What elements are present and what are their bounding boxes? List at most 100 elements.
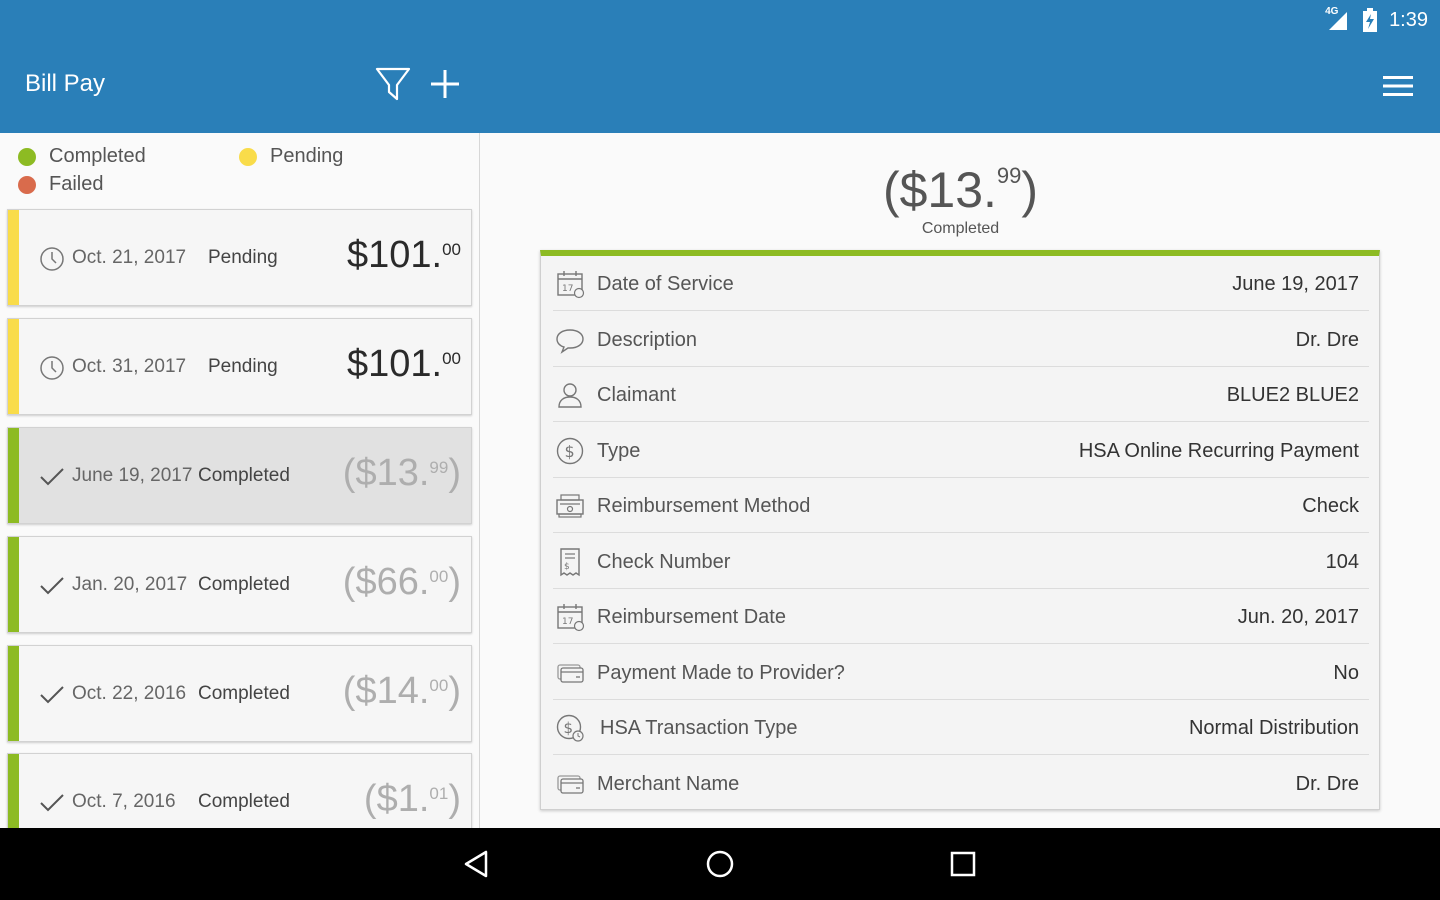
back-button[interactable] bbox=[457, 844, 497, 884]
row-value: June 19, 2017 bbox=[1232, 273, 1359, 295]
amount-suffix: ) bbox=[448, 561, 461, 603]
amount-cents: 00 bbox=[442, 349, 461, 368]
transaction-card[interactable]: Oct. 21, 2017 Pending $101. 00 bbox=[7, 209, 472, 306]
menu-button[interactable] bbox=[1378, 66, 1418, 106]
transaction-date: Oct. 21, 2017 bbox=[72, 247, 187, 268]
row-label: Payment Made to Provider? bbox=[597, 661, 845, 684]
detail-row-check-number: $ Check Number 104 bbox=[553, 534, 1369, 589]
row-value: 104 bbox=[1325, 550, 1359, 573]
legend-completed-label: Completed bbox=[49, 145, 146, 167]
detail-amount-main: ($13. bbox=[882, 162, 997, 218]
transaction-card[interactable]: Oct. 31, 2017 Pending $101. 00 bbox=[7, 318, 472, 415]
row-label: HSA Transaction Type bbox=[600, 717, 798, 739]
detail-row-merchant-name: Merchant Name Dr. Dre bbox=[553, 756, 1369, 811]
calendar-icon: 17 bbox=[557, 271, 585, 299]
transaction-amount: ($ 66. 00) bbox=[343, 561, 461, 604]
pending-dot-icon bbox=[239, 147, 257, 166]
row-label: Reimbursement Date bbox=[597, 606, 786, 628]
amount-prefix: $ bbox=[346, 343, 369, 385]
page-title: Bill Pay bbox=[25, 70, 106, 97]
amount-whole: 101. bbox=[368, 234, 443, 276]
transaction-status: Completed bbox=[198, 683, 290, 704]
transaction-status: Completed bbox=[198, 574, 290, 595]
transaction-card[interactable]: Oct. 7, 2016 Completed ($ 1. 01) bbox=[7, 753, 472, 828]
filter-icon bbox=[375, 67, 411, 101]
row-value: Check bbox=[1302, 495, 1359, 517]
recents-button[interactable] bbox=[943, 844, 983, 884]
row-value: Jun. 20, 2017 bbox=[1237, 606, 1359, 628]
legend-failed: Failed bbox=[18, 173, 103, 196]
amount-cents: 00 bbox=[442, 240, 461, 259]
amount-whole: 66. bbox=[376, 561, 430, 603]
transaction-date: Oct. 31, 2017 bbox=[72, 356, 187, 377]
amount-whole: 13. bbox=[376, 452, 430, 494]
transaction-amount: $101. 00 bbox=[347, 234, 461, 277]
transaction-amount: ($ 1. 01) bbox=[364, 778, 461, 821]
row-value: Normal Distribution bbox=[1188, 717, 1359, 739]
amount-cents: 01 bbox=[429, 784, 449, 803]
status-accent-bar bbox=[8, 537, 19, 632]
legend-completed: Completed bbox=[18, 145, 146, 168]
amount-prefix: ($ bbox=[342, 561, 377, 603]
row-label: Merchant Name bbox=[597, 772, 740, 795]
recents-square-icon bbox=[950, 851, 976, 877]
signal-icon: 4G bbox=[1325, 6, 1351, 32]
detail-status: Completed bbox=[921, 220, 1000, 237]
amount-cents: 00 bbox=[429, 567, 449, 586]
transaction-list-pane: Completed Pending Failed Oct. 21, 2017 P… bbox=[0, 133, 480, 828]
status-indicators: 4G 1:39 bbox=[1325, 6, 1428, 34]
detail-row-claimant: Claimant BLUE2 BLUE2 bbox=[553, 367, 1369, 422]
add-button[interactable] bbox=[423, 62, 467, 106]
row-value: Dr. Dre bbox=[1295, 772, 1359, 795]
system-nav-bar bbox=[0, 828, 1440, 900]
transaction-date: June 19, 2017 bbox=[72, 465, 193, 486]
row-label: Claimant bbox=[597, 384, 676, 406]
amount-prefix: ($ bbox=[363, 778, 398, 820]
card-icon bbox=[557, 774, 584, 794]
checkmark-icon bbox=[40, 468, 64, 486]
detail-row-date-of-service: 17 Date of Service June 19, 2017 bbox=[553, 256, 1369, 311]
status-accent-bar bbox=[8, 319, 19, 414]
back-triangle-icon bbox=[464, 850, 488, 878]
transaction-amount: $101. 00 bbox=[347, 343, 461, 386]
status-bar: 4G 1:39 bbox=[0, 0, 1440, 40]
hamburger-icon bbox=[1383, 76, 1413, 96]
amount-suffix: ) bbox=[448, 778, 461, 820]
row-value: BLUE2 BLUE2 bbox=[1226, 384, 1359, 406]
row-label: Description bbox=[597, 328, 698, 351]
receipt-icon: $ bbox=[560, 547, 580, 576]
home-button[interactable] bbox=[700, 844, 740, 884]
detail-row-reimbursement-date: 17 Reimbursement Date Jun. 20, 2017 bbox=[553, 589, 1369, 644]
detail-card: 17 Date of Service June 19, 2017 Descrip… bbox=[540, 250, 1380, 810]
plus-icon bbox=[431, 70, 459, 98]
amount-whole: 14. bbox=[376, 670, 430, 712]
amount-whole: 101. bbox=[368, 343, 443, 385]
checkmark-icon bbox=[40, 577, 64, 595]
card-icon bbox=[557, 663, 584, 683]
checkmark-icon bbox=[40, 794, 64, 812]
battery-icon bbox=[1363, 8, 1378, 32]
row-value: HSA Online Recurring Payment bbox=[1078, 439, 1359, 462]
calendar-icon: 17 bbox=[557, 604, 585, 632]
person-icon bbox=[558, 383, 582, 408]
detail-amount-cents: 99 bbox=[996, 163, 1022, 188]
transaction-card[interactable]: Jan. 20, 2017 Completed ($ 66. 00) bbox=[7, 536, 472, 633]
transaction-detail-pane: ($13.99) Completed 17 Date of Service Ju… bbox=[481, 133, 1440, 828]
transaction-card-selected[interactable]: June 19, 2017 Completed ($ 13. 99) bbox=[7, 427, 472, 524]
dollar-clock-icon: $ bbox=[556, 714, 584, 742]
row-value: No bbox=[1333, 661, 1359, 684]
row-label: Reimbursement Method bbox=[597, 495, 811, 517]
svg-text:17: 17 bbox=[562, 284, 573, 294]
transaction-status: Pending bbox=[208, 356, 278, 377]
transaction-status: Completed bbox=[198, 791, 290, 812]
checkmark-icon bbox=[40, 686, 64, 704]
filter-button[interactable] bbox=[371, 62, 415, 106]
amount-prefix: ($ bbox=[342, 452, 377, 494]
detail-row-type: $ Type HSA Online Recurring Payment bbox=[553, 423, 1369, 478]
status-accent-bar bbox=[8, 646, 19, 741]
clock-time: 1:39 bbox=[1389, 8, 1428, 31]
transaction-card[interactable]: Oct. 22, 2016 Completed ($ 14. 00) bbox=[7, 645, 472, 742]
svg-text:$: $ bbox=[564, 562, 570, 572]
row-label: Type bbox=[597, 439, 641, 462]
svg-text:$: $ bbox=[564, 719, 574, 737]
